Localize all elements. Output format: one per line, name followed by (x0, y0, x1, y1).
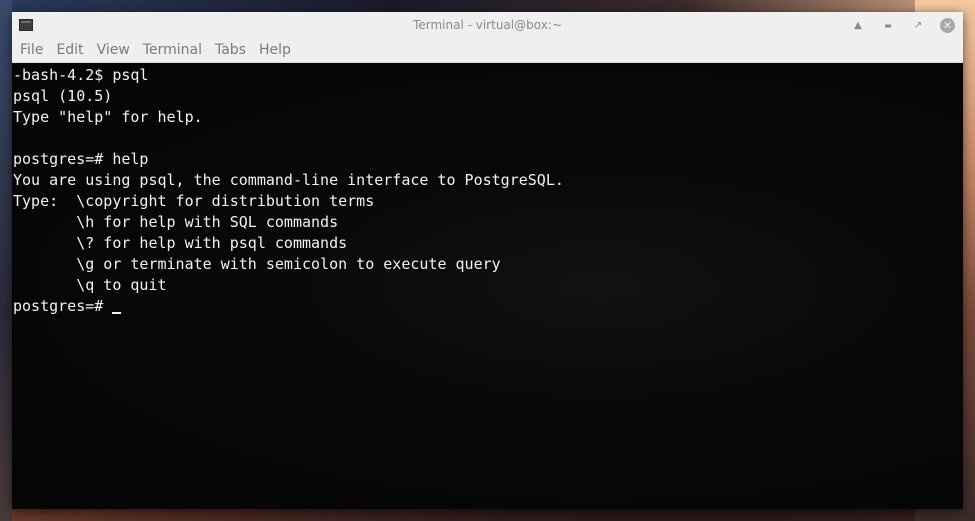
menu-tabs[interactable]: Tabs (215, 42, 253, 58)
shade-icon[interactable]: ▲ (850, 17, 866, 33)
menu-view[interactable]: View (97, 42, 137, 58)
desktop-wallpaper-left (0, 0, 12, 521)
terminal-line: \q to quit (13, 276, 167, 294)
menu-edit[interactable]: Edit (56, 42, 90, 58)
text-cursor (112, 312, 122, 314)
minimize-icon[interactable]: ▬ (880, 17, 896, 33)
menu-help[interactable]: Help (259, 42, 298, 58)
menu-bar: File Edit View Terminal Tabs Help (12, 38, 963, 63)
title-bar[interactable]: Terminal - virtual@box:~ ▲ ▬ ↗ ✕ (12, 12, 963, 38)
terminal-line: \? for help with psql commands (13, 234, 348, 252)
window-title: Terminal - virtual@box:~ (413, 18, 562, 32)
window-controls: ▲ ▬ ↗ ✕ (850, 12, 955, 38)
terminal-output-area[interactable]: -bash-4.2$ psql psql (10.5) Type "help" … (12, 63, 963, 509)
close-icon[interactable]: ✕ (940, 17, 955, 33)
terminal-line: psql (10.5) (13, 87, 113, 105)
menu-terminal[interactable]: Terminal (143, 42, 209, 58)
terminal-prompt: postgres=# (13, 297, 113, 315)
maximize-icon[interactable]: ↗ (910, 17, 926, 33)
menu-file[interactable]: File (20, 42, 50, 58)
terminal-line: Type "help" for help. (13, 108, 203, 126)
terminal-line: -bash-4.2$ psql (13, 66, 149, 84)
terminal-window: Terminal - virtual@box:~ ▲ ▬ ↗ ✕ File Ed… (12, 12, 963, 509)
terminal-line: Type: \copyright for distribution terms (13, 192, 375, 210)
terminal-line: postgres=# help (13, 150, 149, 168)
terminal-line: \h for help with SQL commands (13, 213, 339, 231)
terminal-line: You are using psql, the command-line int… (13, 171, 564, 189)
terminal-line: \g or terminate with semicolon to execut… (13, 255, 501, 273)
terminal-prompt-line[interactable]: postgres=# (13, 296, 963, 317)
terminal-scrollbar[interactable] (958, 63, 962, 509)
desktop-wallpaper-top (0, 0, 975, 12)
